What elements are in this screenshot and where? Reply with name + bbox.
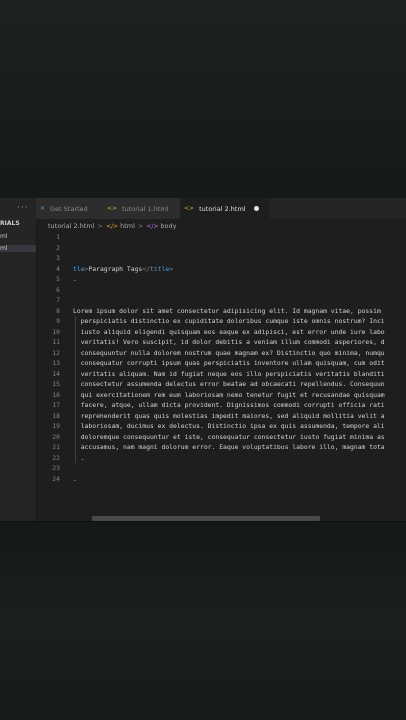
explorer-file-item-active[interactable]: ml (0, 245, 36, 252)
line-text: iusto aliquid eligendi quisquam eos eaqu… (73, 327, 385, 336)
line-number: 7 (56, 296, 60, 304)
breadcrumb-body[interactable]: body (160, 222, 176, 230)
line-number: 10 (52, 327, 60, 336)
line-number: 12 (52, 348, 60, 357)
breadcrumb-html[interactable]: html (120, 222, 135, 230)
line-number: 23 (52, 464, 60, 472)
vscode-icon: ✕ (40, 205, 46, 212)
more-actions-button[interactable]: ··· (17, 203, 29, 213)
line-text: tle>Paragraph Tags</title> (73, 264, 174, 273)
line-text: reprehenderit quas quis molestias impedi… (73, 411, 385, 420)
tab-bar: ✕ Get Started <> tutorial 1.html <> tuto… (36, 198, 406, 219)
tab-tutorial-2[interactable]: <> tutorial 2.html (180, 198, 271, 219)
breadcrumb-separator: > (97, 222, 103, 230)
line-number: 16 (52, 390, 60, 399)
blurred-background-top (0, 0, 406, 198)
html-file-icon: <> (107, 205, 118, 212)
line-text: laboriosam, ducimus ex delectus. Distinc… (73, 422, 385, 430)
line-number: 1 (56, 233, 60, 241)
blurred-background-bottom (0, 522, 406, 720)
line-number: 13 (52, 359, 60, 367)
line-text: . (73, 474, 77, 483)
line-number: 15 (52, 380, 60, 388)
line-number: 5 (56, 275, 60, 283)
tab-label: Get Started (50, 204, 88, 213)
line-text: veritatis! Vero suscipit, id dolor debit… (73, 338, 385, 346)
line-number: 6 (56, 285, 60, 294)
line-number: 17 (52, 401, 60, 409)
line-number: 14 (52, 369, 60, 378)
element-icon: </> (106, 222, 119, 230)
explorer-folder-title[interactable]: RIALS (0, 220, 20, 227)
code-editor-window: ··· RIALS ml ml ✕ Get Started <> tutoria… (0, 198, 406, 522)
unsaved-changes-dot[interactable] (253, 206, 259, 211)
line-number: 9 (56, 317, 60, 325)
element-icon: </> (146, 222, 159, 230)
tab-label: tutorial 1.html (122, 204, 169, 213)
line-number: 19 (52, 422, 60, 430)
breadcrumb-file[interactable]: tutorial 2.html (48, 222, 95, 230)
line-number: 24 (52, 474, 60, 483)
line-text: consequuntur nulla dolorem nostrum quae … (73, 348, 385, 357)
line-text: consequatur corrupti ipsum quas perspici… (73, 359, 385, 367)
line-text: accusamus, nam magni dolorum error. Eaqu… (73, 443, 385, 451)
line-text: doloremque consequuntur et iste, consequ… (73, 432, 385, 441)
line-number: 18 (52, 411, 60, 420)
line-number: 3 (56, 254, 60, 262)
line-text: veritatis aliquam. Nam id fugiat neque e… (73, 369, 385, 378)
line-text: . (73, 275, 77, 283)
line-text: perspiciatis distinctio ex cupiditate do… (73, 317, 385, 325)
tab-tutorial-1[interactable]: <> tutorial 1.html (103, 198, 184, 219)
breadcrumb-separator: > (137, 222, 144, 230)
tab-label: tutorial 2.html (199, 204, 246, 213)
tab-get-started[interactable]: ✕ Get Started (36, 198, 107, 219)
indent-guide (75, 316, 76, 463)
line-number: 2 (56, 243, 60, 252)
line-number: 11 (52, 338, 60, 346)
line-text: qui exercitationem rem eum laboriosam ne… (73, 390, 385, 399)
html-file-icon: <> (184, 205, 195, 212)
code-area[interactable]: 1 2 3 4 tle>Paragraph Tags</title> 5. 6 7 8 Lorem… (36, 232, 406, 514)
line-text: facere, atque, ullam dicta provident. Di… (73, 401, 385, 409)
line-text: Lorem ipsum dolor sit amet consectetur a… (73, 306, 381, 315)
breadcrumb: tutorial 2.html > </> html > </> body (48, 220, 177, 232)
line-number: 22 (52, 453, 60, 462)
line-number: 21 (52, 443, 60, 451)
line-number: 4 (56, 264, 60, 273)
line-number: 20 (52, 432, 60, 441)
explorer-sidebar: ··· RIALS ml ml (0, 198, 37, 522)
line-text: consectetur assumenda delectus error bea… (73, 380, 385, 388)
line-number: 8 (56, 306, 60, 315)
explorer-file-item[interactable]: ml (0, 233, 8, 240)
